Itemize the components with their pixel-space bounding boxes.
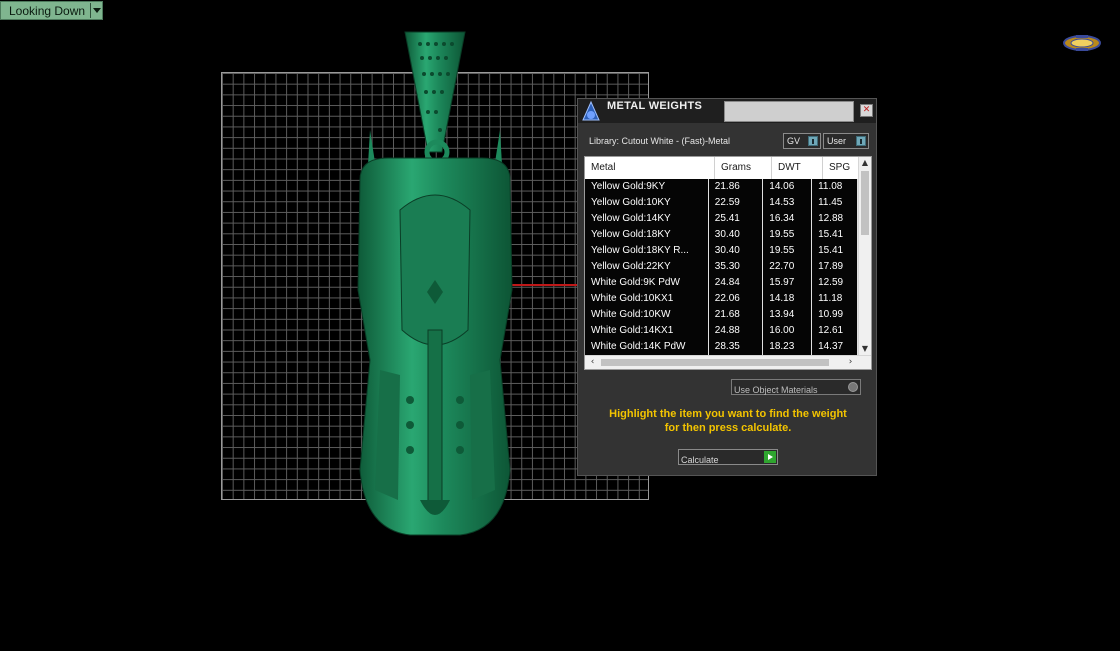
instructions-line-1: Highlight the item you want to find the … [609, 408, 847, 420]
instructions-line-2: for then press calculate. [664, 422, 792, 434]
cell-metal: White Gold:10KW [585, 307, 709, 323]
compass-icon[interactable] [1062, 32, 1102, 54]
cell-metal: White Gold:9K PdW [585, 275, 709, 291]
cell-metal: Yellow Gold:14KY [585, 211, 709, 227]
scroll-up-icon[interactable]: ▲ [859, 157, 871, 169]
vertical-scrollbar[interactable]: ▲ ▼ [858, 157, 871, 355]
cell-dwt: 16.00 [763, 323, 813, 339]
cell-spg: 10.99 [812, 307, 858, 323]
toggle-switch-icon[interactable] [808, 136, 818, 146]
table-row[interactable]: Yellow Gold:9KY 21.86 14.06 11.08 [585, 179, 858, 195]
cell-grams: 21.68 [709, 307, 764, 323]
horizontal-scrollbar[interactable]: ‹ › [585, 355, 871, 369]
use-object-materials-toggle[interactable]: Use Object Materials [731, 379, 861, 395]
cell-metal: Yellow Gold:22KY [585, 259, 709, 275]
metal-weights-table: Metal Grams DWT SPG Yellow Gold:9KY 21.86… [584, 156, 872, 370]
table-row[interactable]: White Gold:14K PdW 28.35 18.23 14.37 [585, 339, 858, 355]
use-object-materials-label: Use Object Materials [734, 385, 818, 395]
vertical-scroll-thumb[interactable] [861, 171, 869, 235]
instructions-text: Highlight the item you want to find the … [588, 407, 868, 435]
table-header: Metal Grams DWT SPG [585, 157, 871, 179]
cell-metal: White Gold:10KX1 [585, 291, 709, 307]
viewport-view-selector[interactable]: Looking Down [0, 1, 103, 20]
cell-metal: Yellow Gold:9KY [585, 179, 709, 195]
table-row[interactable]: Yellow Gold:10KY 22.59 14.53 11.45 [585, 195, 858, 211]
cell-grams: 25.41 [709, 211, 764, 227]
cell-spg: 12.61 [812, 323, 858, 339]
table-row[interactable]: Yellow Gold:14KY 25.41 16.34 12.88 [585, 211, 858, 227]
cell-spg: 15.41 [812, 243, 858, 259]
calculate-label: Calculate [681, 455, 719, 465]
cell-spg: 12.88 [812, 211, 858, 227]
column-header-grams[interactable]: Grams [715, 157, 772, 179]
toggle-switch-icon[interactable] [856, 136, 866, 146]
scroll-right-icon[interactable]: › [844, 356, 857, 369]
chevron-down-icon[interactable] [90, 3, 102, 18]
cell-spg: 15.41 [812, 227, 858, 243]
cell-dwt: 13.94 [763, 307, 813, 323]
radio-indicator-icon[interactable] [848, 382, 858, 392]
cell-dwt: 19.55 [763, 227, 813, 243]
cell-metal: Yellow Gold:10KY [585, 195, 709, 211]
table-row[interactable]: White Gold:10KW 21.68 13.94 10.99 [585, 307, 858, 323]
app-logo-icon [582, 100, 600, 121]
cell-dwt: 19.55 [763, 243, 813, 259]
cell-grams: 24.88 [709, 323, 764, 339]
cell-dwt: 18.23 [763, 339, 813, 355]
library-label: Library: Cutout White - (Fast)-Metal [589, 136, 731, 146]
horizontal-scroll-thumb[interactable] [601, 359, 829, 366]
cell-metal: White Gold:14K PdW [585, 339, 709, 355]
metal-weights-panel: METAL WEIGHTS Library: Cutout White - (F… [577, 98, 877, 476]
title-bar-extension [724, 101, 854, 122]
cell-grams: 22.06 [709, 291, 764, 307]
table-row[interactable]: White Gold:14KX1 24.88 16.00 12.61 [585, 323, 858, 339]
table-row[interactable]: Yellow Gold:22KY 35.30 22.70 17.89 [585, 259, 858, 275]
cell-dwt: 16.34 [763, 211, 813, 227]
cell-dwt: 15.97 [763, 275, 813, 291]
cell-spg: 12.59 [812, 275, 858, 291]
cell-metal: Yellow Gold:18KY R... [585, 243, 709, 259]
cell-grams: 30.40 [709, 227, 764, 243]
table-row[interactable]: Yellow Gold:18KY 30.40 19.55 15.41 [585, 227, 858, 243]
table-row[interactable]: White Gold:10KX1 22.06 14.18 11.18 [585, 291, 858, 307]
calculate-button[interactable]: Calculate [678, 449, 778, 465]
cell-grams: 28.35 [709, 339, 764, 355]
cell-spg: 11.18 [812, 291, 858, 307]
column-header-metal[interactable]: Metal [585, 157, 715, 179]
play-arrow-icon[interactable] [764, 451, 776, 463]
cell-metal: White Gold:14KX1 [585, 323, 709, 339]
scroll-down-icon[interactable]: ▼ [859, 343, 871, 355]
cell-grams: 22.59 [709, 195, 764, 211]
gv-toggle[interactable]: GV [783, 133, 821, 149]
cell-spg: 17.89 [812, 259, 858, 275]
table-row[interactable]: White Gold:9K PdW 24.84 15.97 12.59 [585, 275, 858, 291]
cell-dwt: 22.70 [763, 259, 813, 275]
user-toggle[interactable]: User [823, 133, 869, 149]
cell-spg: 11.08 [812, 179, 858, 195]
close-icon[interactable] [860, 104, 873, 117]
scroll-left-icon[interactable]: ‹ [586, 356, 599, 369]
view-label-text: Looking Down [9, 3, 86, 18]
panel-title: METAL WEIGHTS [607, 100, 703, 112]
column-header-dwt[interactable]: DWT [772, 157, 823, 179]
gv-toggle-label: GV [787, 136, 801, 146]
cell-grams: 24.84 [709, 275, 764, 291]
cell-dwt: 14.06 [763, 179, 813, 195]
table-body: Yellow Gold:9KY 21.86 14.06 11.08 Yellow Gol… [585, 179, 858, 355]
user-toggle-label: User [827, 136, 847, 146]
cell-grams: 35.30 [709, 259, 764, 275]
table-row[interactable]: Yellow Gold:18KY R... 30.40 19.55 15.41 [585, 243, 858, 259]
cell-dwt: 14.53 [763, 195, 813, 211]
cell-metal: Yellow Gold:18KY [585, 227, 709, 243]
panel-titlebar[interactable]: METAL WEIGHTS [578, 99, 876, 123]
cell-spg: 11.45 [812, 195, 858, 211]
cell-spg: 14.37 [812, 339, 858, 355]
cell-dwt: 14.18 [763, 291, 813, 307]
cell-grams: 21.86 [709, 179, 764, 195]
cell-grams: 30.40 [709, 243, 764, 259]
pendant-model[interactable] [340, 30, 530, 545]
